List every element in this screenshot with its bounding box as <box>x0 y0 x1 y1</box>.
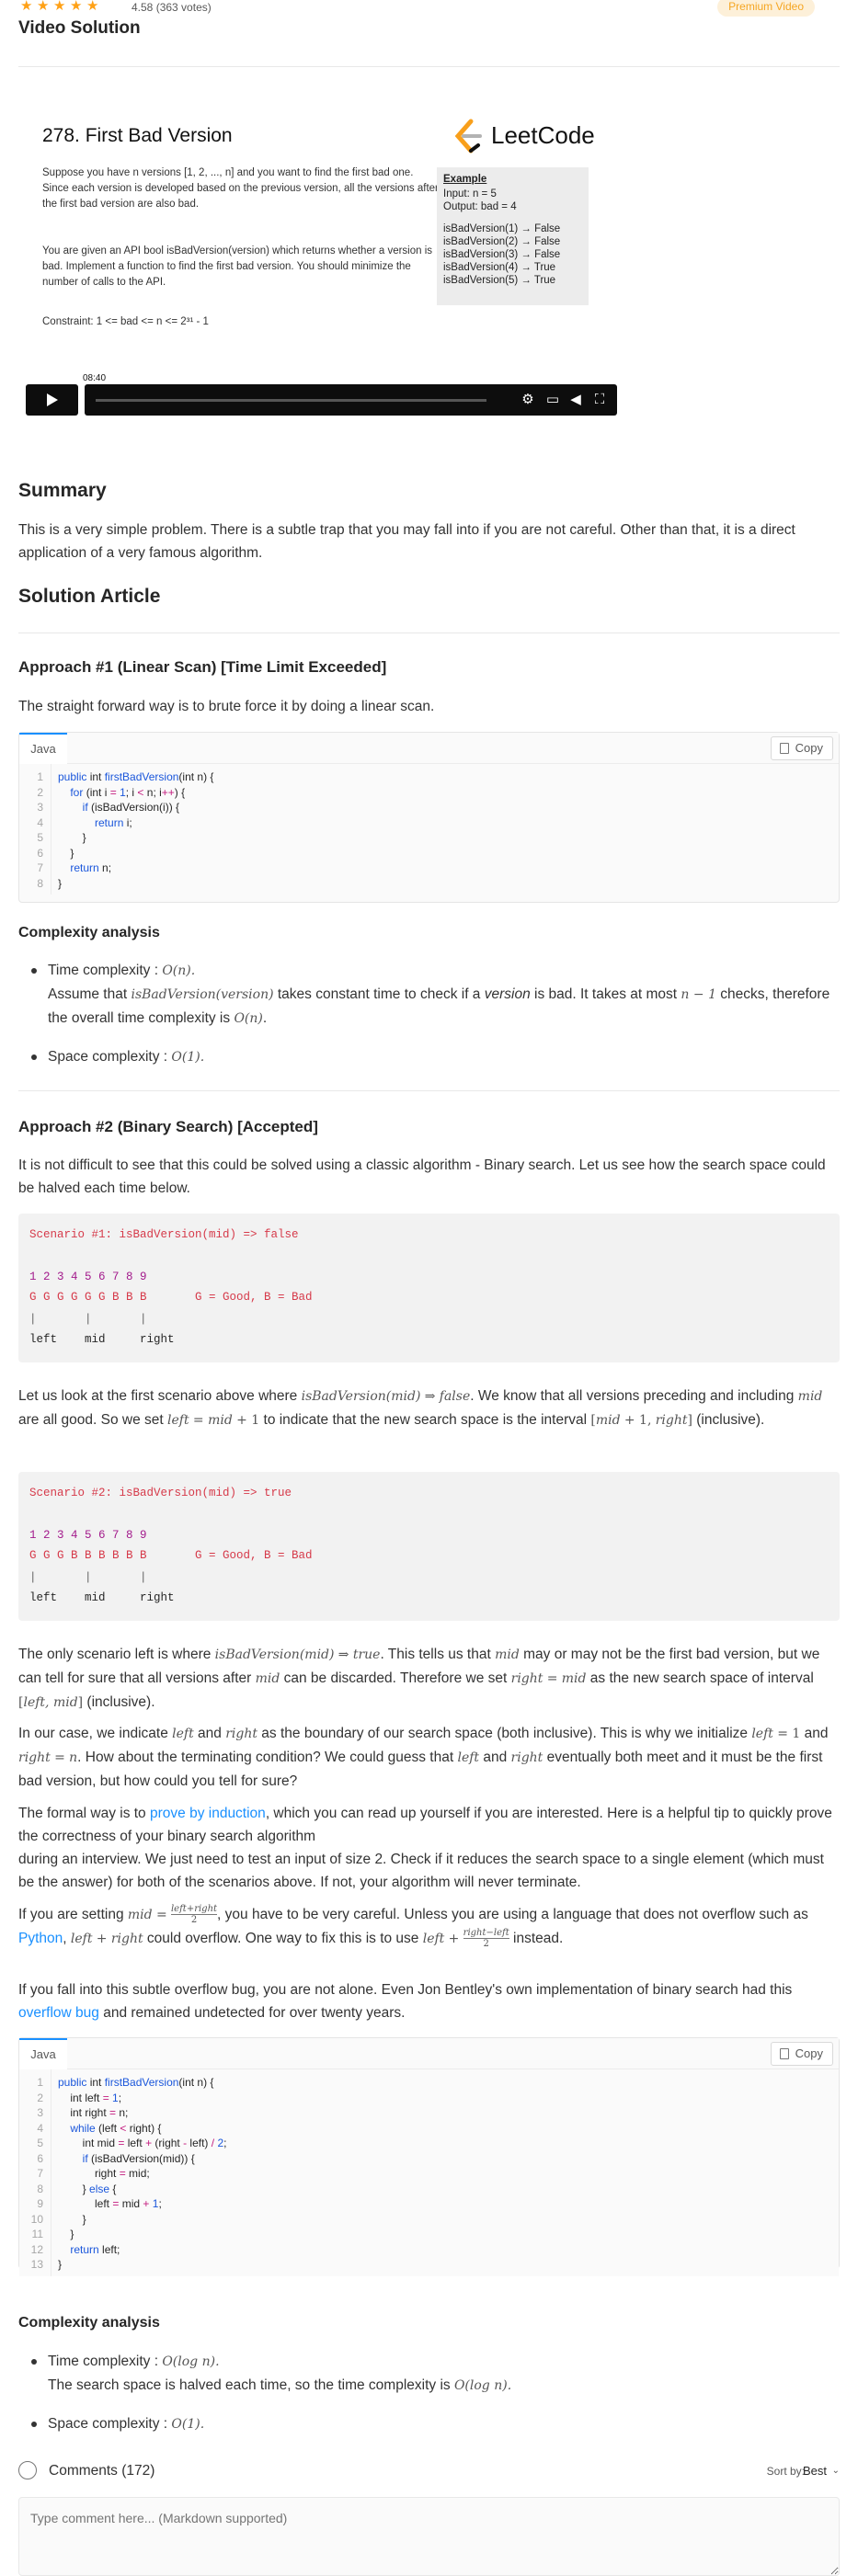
prove-by-induction-link[interactable]: prove by induction <box>150 1806 266 1821</box>
example-call: isBadVersion(5) → True <box>443 275 556 286</box>
scenario-gb: G G G G G G B B B G = Good, B = Bad <box>29 1291 313 1304</box>
pip-icon[interactable]: ▭ <box>544 392 561 408</box>
volume-icon[interactable]: ◀ <box>567 392 584 408</box>
code-block: Java Copy 1 public int firstBadVersion(in… <box>18 2037 840 2276</box>
copy-button[interactable]: Copy <box>770 2042 833 2066</box>
comment-input[interactable] <box>18 2497 840 2576</box>
example-call: isBadVersion(2) → False <box>443 236 561 247</box>
summary-heading: Summary <box>18 480 107 501</box>
rating-row: ★ ★ ★ ★ ★ 4.58 (363 votes) Premium Video <box>18 0 840 17</box>
example-box: Example Input: n = 5 Output: bad = 4 isB… <box>437 167 589 305</box>
star-icon[interactable]: ★ <box>37 0 50 13</box>
approach1-heading: Approach #1 (Linear Scan) [Time Limit Ex… <box>18 658 387 676</box>
premium-badge: Premium Video <box>717 0 815 17</box>
sort-select[interactable]: Best <box>803 2464 827 2478</box>
example-call: isBadVersion(1) → False <box>443 223 561 234</box>
scenario-2-block: Scenario #2: isBadVersion(mid) => true 1… <box>18 1472 840 1621</box>
approach2-heading: Approach #2 (Binary Search) [Accepted] <box>18 1118 318 1135</box>
scenario-bars: | | | <box>29 1313 147 1326</box>
example-heading: Example <box>443 174 487 185</box>
time-complexity-item: Time complexity : O(n). Assume that isBa… <box>18 959 840 1031</box>
control-bar: ⚙ ▭ ◀ ⛶ <box>85 384 617 416</box>
comments-bar: Comments (172) Sort by: Best ⌄ <box>18 2459 840 2487</box>
time-tooltip: 08:40 <box>83 373 107 383</box>
solution-article-heading: Solution Article <box>18 586 161 607</box>
summary-text: This is a very simple problem. There is … <box>18 522 795 561</box>
scenario-numbers: 1 2 3 4 5 6 7 8 9 <box>29 1529 147 1542</box>
scenario-1-block: Scenario #1: isBadVersion(mid) => false … <box>18 1214 840 1362</box>
code-body: 1 public int firstBadVersion(int n) { 2 i… <box>19 2069 839 2276</box>
star-half-icon[interactable]: ★ <box>86 0 99 13</box>
slide-paragraph: You are given an API bool isBadVersion(v… <box>42 245 433 288</box>
comment-icon <box>18 2461 37 2479</box>
boundary-paragraph: In our case, we indicate left and right … <box>18 1726 829 1789</box>
scenario-labels: left mid right <box>29 1591 175 1604</box>
tab-java[interactable]: Java <box>19 2038 67 2069</box>
code-tabs: Java Copy <box>19 2038 839 2069</box>
example-output: Output: bad = 4 <box>443 201 517 212</box>
divider <box>18 66 840 67</box>
space-complexity-item: Space complexity : O(1). <box>18 1045 840 1069</box>
code-block: Java Copy 1 public int firstBadVersion(in… <box>18 732 840 903</box>
video-player[interactable]: 278. First Bad Version Suppose you have … <box>18 85 840 425</box>
copy-button[interactable]: Copy <box>770 736 833 760</box>
play-button[interactable] <box>26 384 78 416</box>
star-icon[interactable]: ★ <box>70 0 83 13</box>
logo-text: LeetCode <box>491 121 595 149</box>
approach2-intro: It is not difficult to see that this cou… <box>18 1157 826 1196</box>
example-call: isBadVersion(3) → False <box>443 249 561 260</box>
mid-paragraph: If you are setting mid = left+right 2, yo… <box>18 1904 808 1950</box>
leetcode-logo: LeetCode <box>451 118 598 154</box>
complexity-list: Time complexity : O(n). Assume that isBa… <box>18 959 840 1084</box>
scenario2-explanation: The only scenario left is where isBadVer… <box>18 1647 820 1710</box>
fullscreen-icon[interactable]: ⛶ <box>591 392 608 408</box>
scenario-gb: G G G B B B B B B G = Good, B = Bad <box>29 1549 313 1562</box>
comments-label: Comments (172) <box>49 2463 155 2479</box>
scenario1-explanation: Let us look at the first scenario above … <box>18 1388 823 1428</box>
copy-icon <box>779 2048 789 2059</box>
scenario-labels: left mid right <box>29 1333 175 1346</box>
star-icon[interactable]: ★ <box>20 0 33 13</box>
slide-title: 278. First Bad Version <box>42 125 233 146</box>
copy-icon <box>779 743 789 754</box>
progress-track[interactable] <box>96 399 486 402</box>
rating-text: 4.58 (363 votes) <box>132 1 212 14</box>
example-input: Input: n = 5 <box>443 188 497 199</box>
video-controls: ⚙ ▭ ◀ ⛶ 08:40 <box>26 373 617 416</box>
overflow-bug-link[interactable]: overflow bug <box>18 2005 99 2021</box>
play-icon <box>47 393 58 406</box>
page-title: Video Solution <box>18 18 141 38</box>
scenario-bars: | | | <box>29 1571 147 1584</box>
time-complexity-item: Time complexity : O(log n). The search s… <box>18 2350 840 2398</box>
complexity-heading: Complexity analysis <box>18 925 160 940</box>
divider <box>18 1090 840 1091</box>
slide-paragraph: Suppose you have n versions [1, 2, ..., … <box>42 167 439 210</box>
formal-paragraph: The formal way is to prove by induction,… <box>18 1806 832 1890</box>
example-call: isBadVersion(4) → True <box>443 262 556 273</box>
sort-label: Sort by: <box>766 2465 805 2478</box>
scenario-line: Scenario #1: isBadVersion(mid) => false <box>29 1228 299 1241</box>
complexity-heading: Complexity analysis <box>18 2315 160 2331</box>
leetcode-logo-icon <box>454 119 482 154</box>
chevron-down-icon[interactable]: ⌄ <box>832 2466 840 2476</box>
scenario-numbers: 1 2 3 4 5 6 7 8 9 <box>29 1271 147 1283</box>
overflow-paragraph: If you fall into this subtle overflow bu… <box>18 1982 793 2021</box>
gear-icon[interactable]: ⚙ <box>520 392 536 408</box>
code-body: 1 public int firstBadVersion(int n) { 2 f… <box>19 764 839 895</box>
star-icon[interactable]: ★ <box>53 0 66 13</box>
approach1-intro: The straight forward way is to brute for… <box>18 699 435 714</box>
slide-constraint: Constraint: 1 <= bad <= n <= 2³¹ - 1 <box>42 316 209 327</box>
complexity-list: Time complexity : O(log n). The search s… <box>18 2350 840 2451</box>
space-complexity-item: Space complexity : O(1). <box>18 2412 840 2436</box>
code-tabs: Java Copy <box>19 733 839 764</box>
python-link[interactable]: Python <box>18 1931 63 1946</box>
scenario-line: Scenario #2: isBadVersion(mid) => true <box>29 1487 292 1499</box>
tab-java[interactable]: Java <box>19 733 67 764</box>
